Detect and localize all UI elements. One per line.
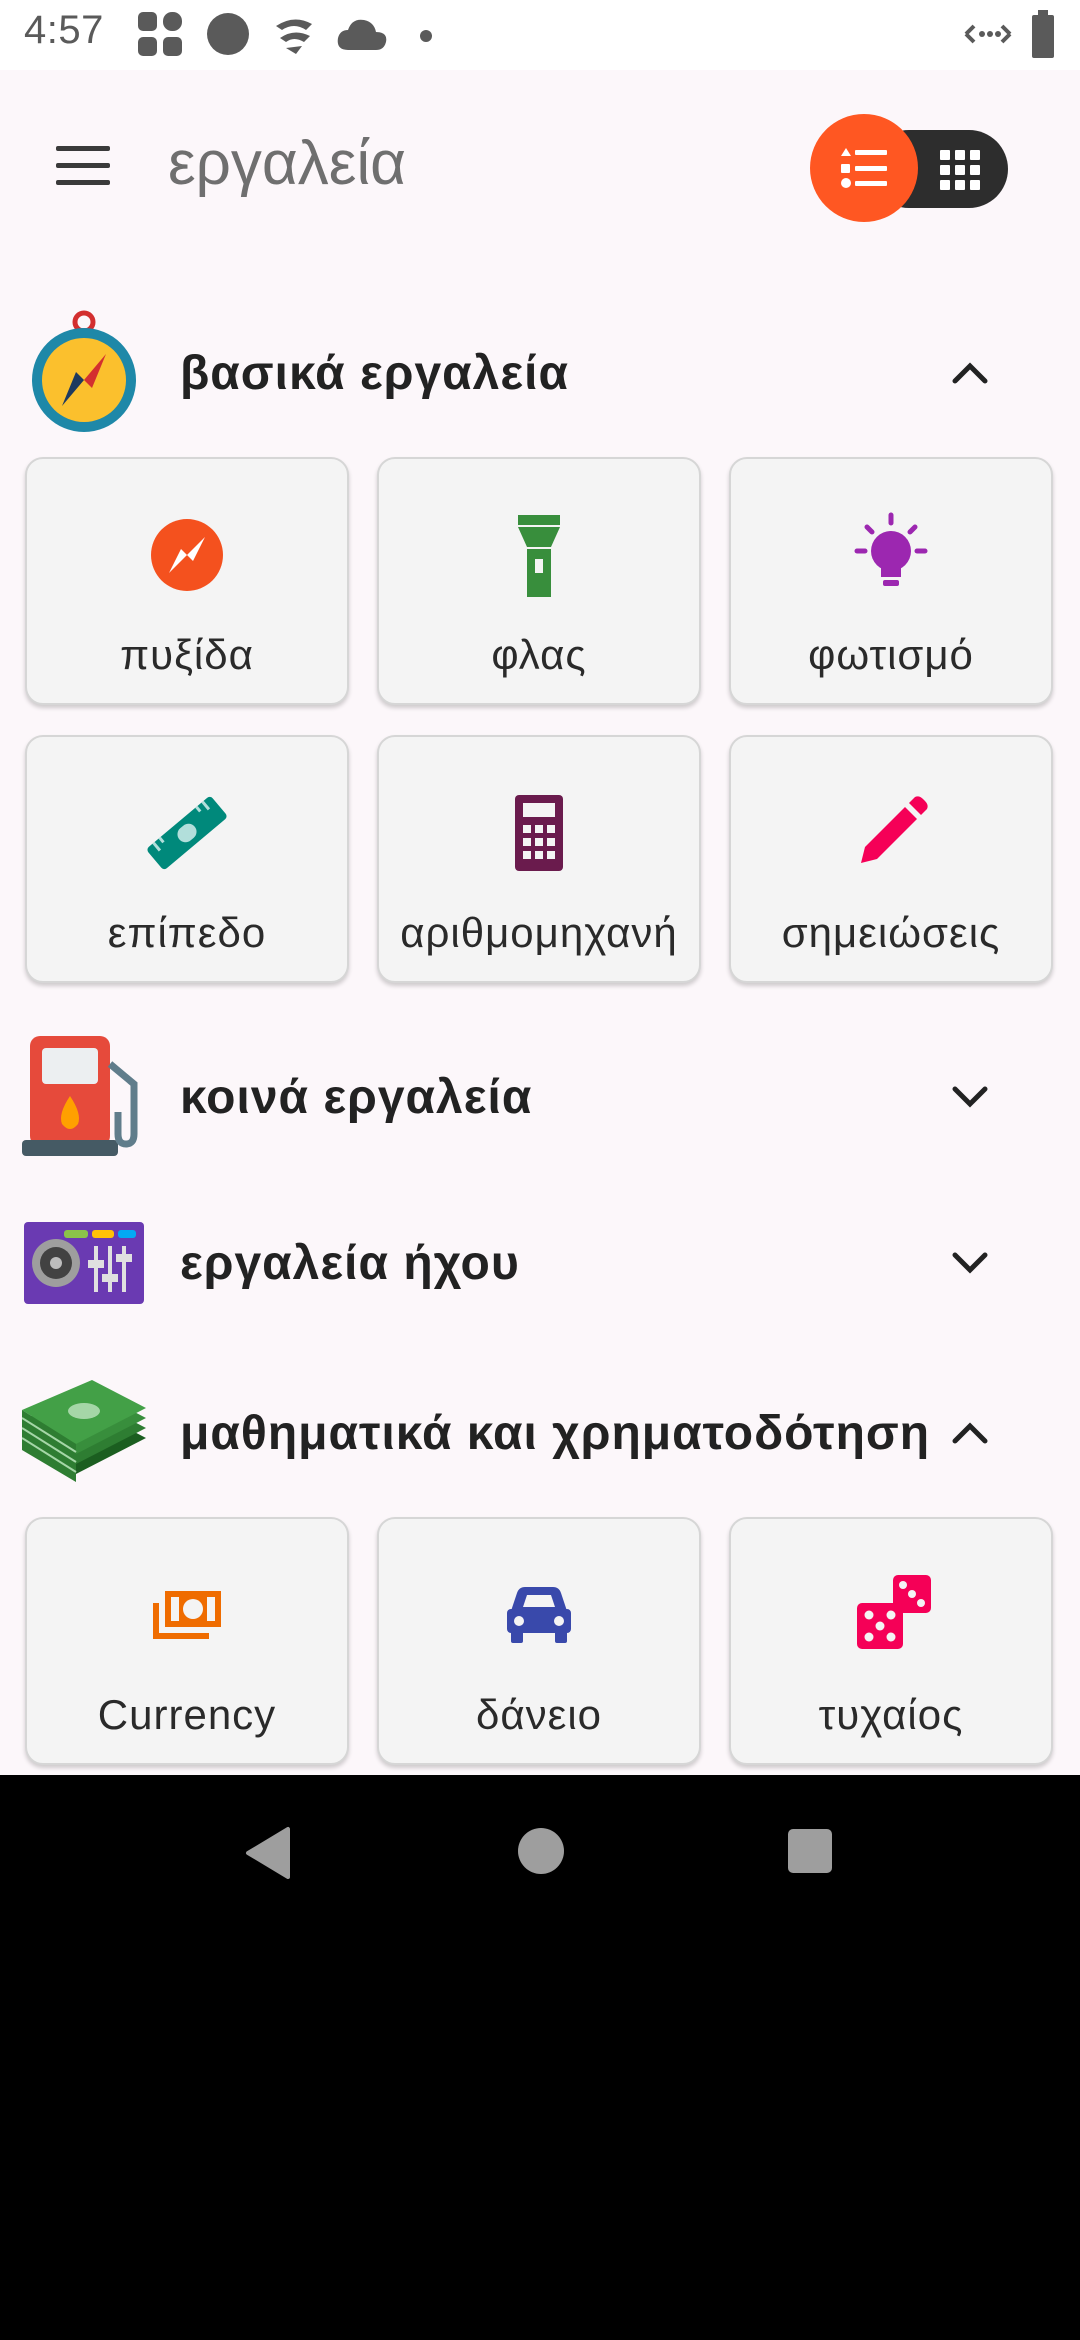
section-basic-tools[interactable]: βασικά εργαλεία [0,308,1080,438]
recents-icon[interactable] [786,1827,834,1875]
card-label: φωτισμό [808,631,974,678]
status-time: 4:57 [24,8,104,52]
cloud-icon [337,19,387,50]
list-view-button[interactable] [810,114,918,222]
tool-card-lighting[interactable]: φωτισμό [729,457,1053,705]
audio-mixer-icon [24,1222,144,1304]
swirl-notification-icon [276,19,312,54]
card-label: δάνειο [475,1691,603,1738]
app-grid-icon [138,12,182,56]
section-title: κοινά εργαλεία [180,1071,533,1124]
section-math-finance[interactable]: μαθηματικά και χρηματοδότηση [0,1370,1080,1500]
car-icon [507,1587,571,1643]
home-icon[interactable] [515,1825,567,1877]
list-view-icon [841,148,887,188]
grid-view-icon[interactable] [940,150,980,190]
system-nav-bar [0,1775,1080,1945]
section-title: μαθηματικά και χρηματοδότηση [180,1407,931,1460]
tool-card-random[interactable]: τυχαίος [729,1517,1053,1765]
money-icon [153,1591,221,1639]
compass-icon [151,519,223,591]
view-mode-toggle[interactable] [810,114,1008,222]
circle-notification-icon [207,13,249,55]
tool-card-compass[interactable]: πυξίδα [25,457,349,705]
tool-card-notes[interactable]: σημειώσεις [729,735,1053,983]
card-label: αριθμομηχανή [400,909,678,956]
menu-button[interactable] [48,130,118,200]
screen: 4:57 εργαλεία βασικά εργαλεία πυξίδα φλα… [0,0,1080,1775]
status-bar: 4:57 [0,0,1080,70]
stopwatch-compass-icon [32,310,136,432]
section-title: βασικά εργαλεία [180,347,569,400]
dice-icon [857,1575,931,1649]
card-label: πυξίδα [120,631,254,678]
spirit-level-icon [147,796,227,870]
chevron-down-icon[interactable] [945,1072,995,1122]
pencil-icon [861,796,928,863]
card-label: Currency [97,1691,277,1738]
lightbulb-icon [854,512,928,586]
back-icon[interactable] [240,1825,296,1881]
section-common-tools[interactable]: κοινά εργαλεία [0,1034,1080,1164]
dot-icon [420,30,432,42]
battery-icon [1032,10,1054,58]
card-label: σημειώσεις [781,909,1001,956]
flashlight-icon [518,515,560,597]
money-stack-icon [22,1380,146,1482]
card-label: τυχαίος [818,1691,964,1738]
chevron-up-icon[interactable] [945,1408,995,1458]
section-audio-tools[interactable]: εργαλεία ήχου [0,1200,1080,1330]
tool-card-level[interactable]: επίπεδο [25,735,349,983]
card-label: επίπεδο [107,909,267,956]
page-title: εργαλεία [168,129,407,198]
tool-card-calculator[interactable]: αριθμομηχανή [377,735,701,983]
card-label: φλας [491,631,587,678]
tool-card-loan[interactable]: δάνειο [377,1517,701,1765]
app-bar: εργαλεία [0,70,1080,260]
tool-card-currency[interactable]: Currency [25,1517,349,1765]
chevron-down-icon[interactable] [945,1238,995,1288]
fuel-pump-icon [22,1036,138,1156]
chevron-up-icon[interactable] [945,348,995,398]
calculator-icon [515,795,563,871]
tool-card-flashlight[interactable]: φλας [377,457,701,705]
data-transfer-icon [964,24,1012,44]
section-title: εργαλεία ήχου [180,1237,520,1290]
